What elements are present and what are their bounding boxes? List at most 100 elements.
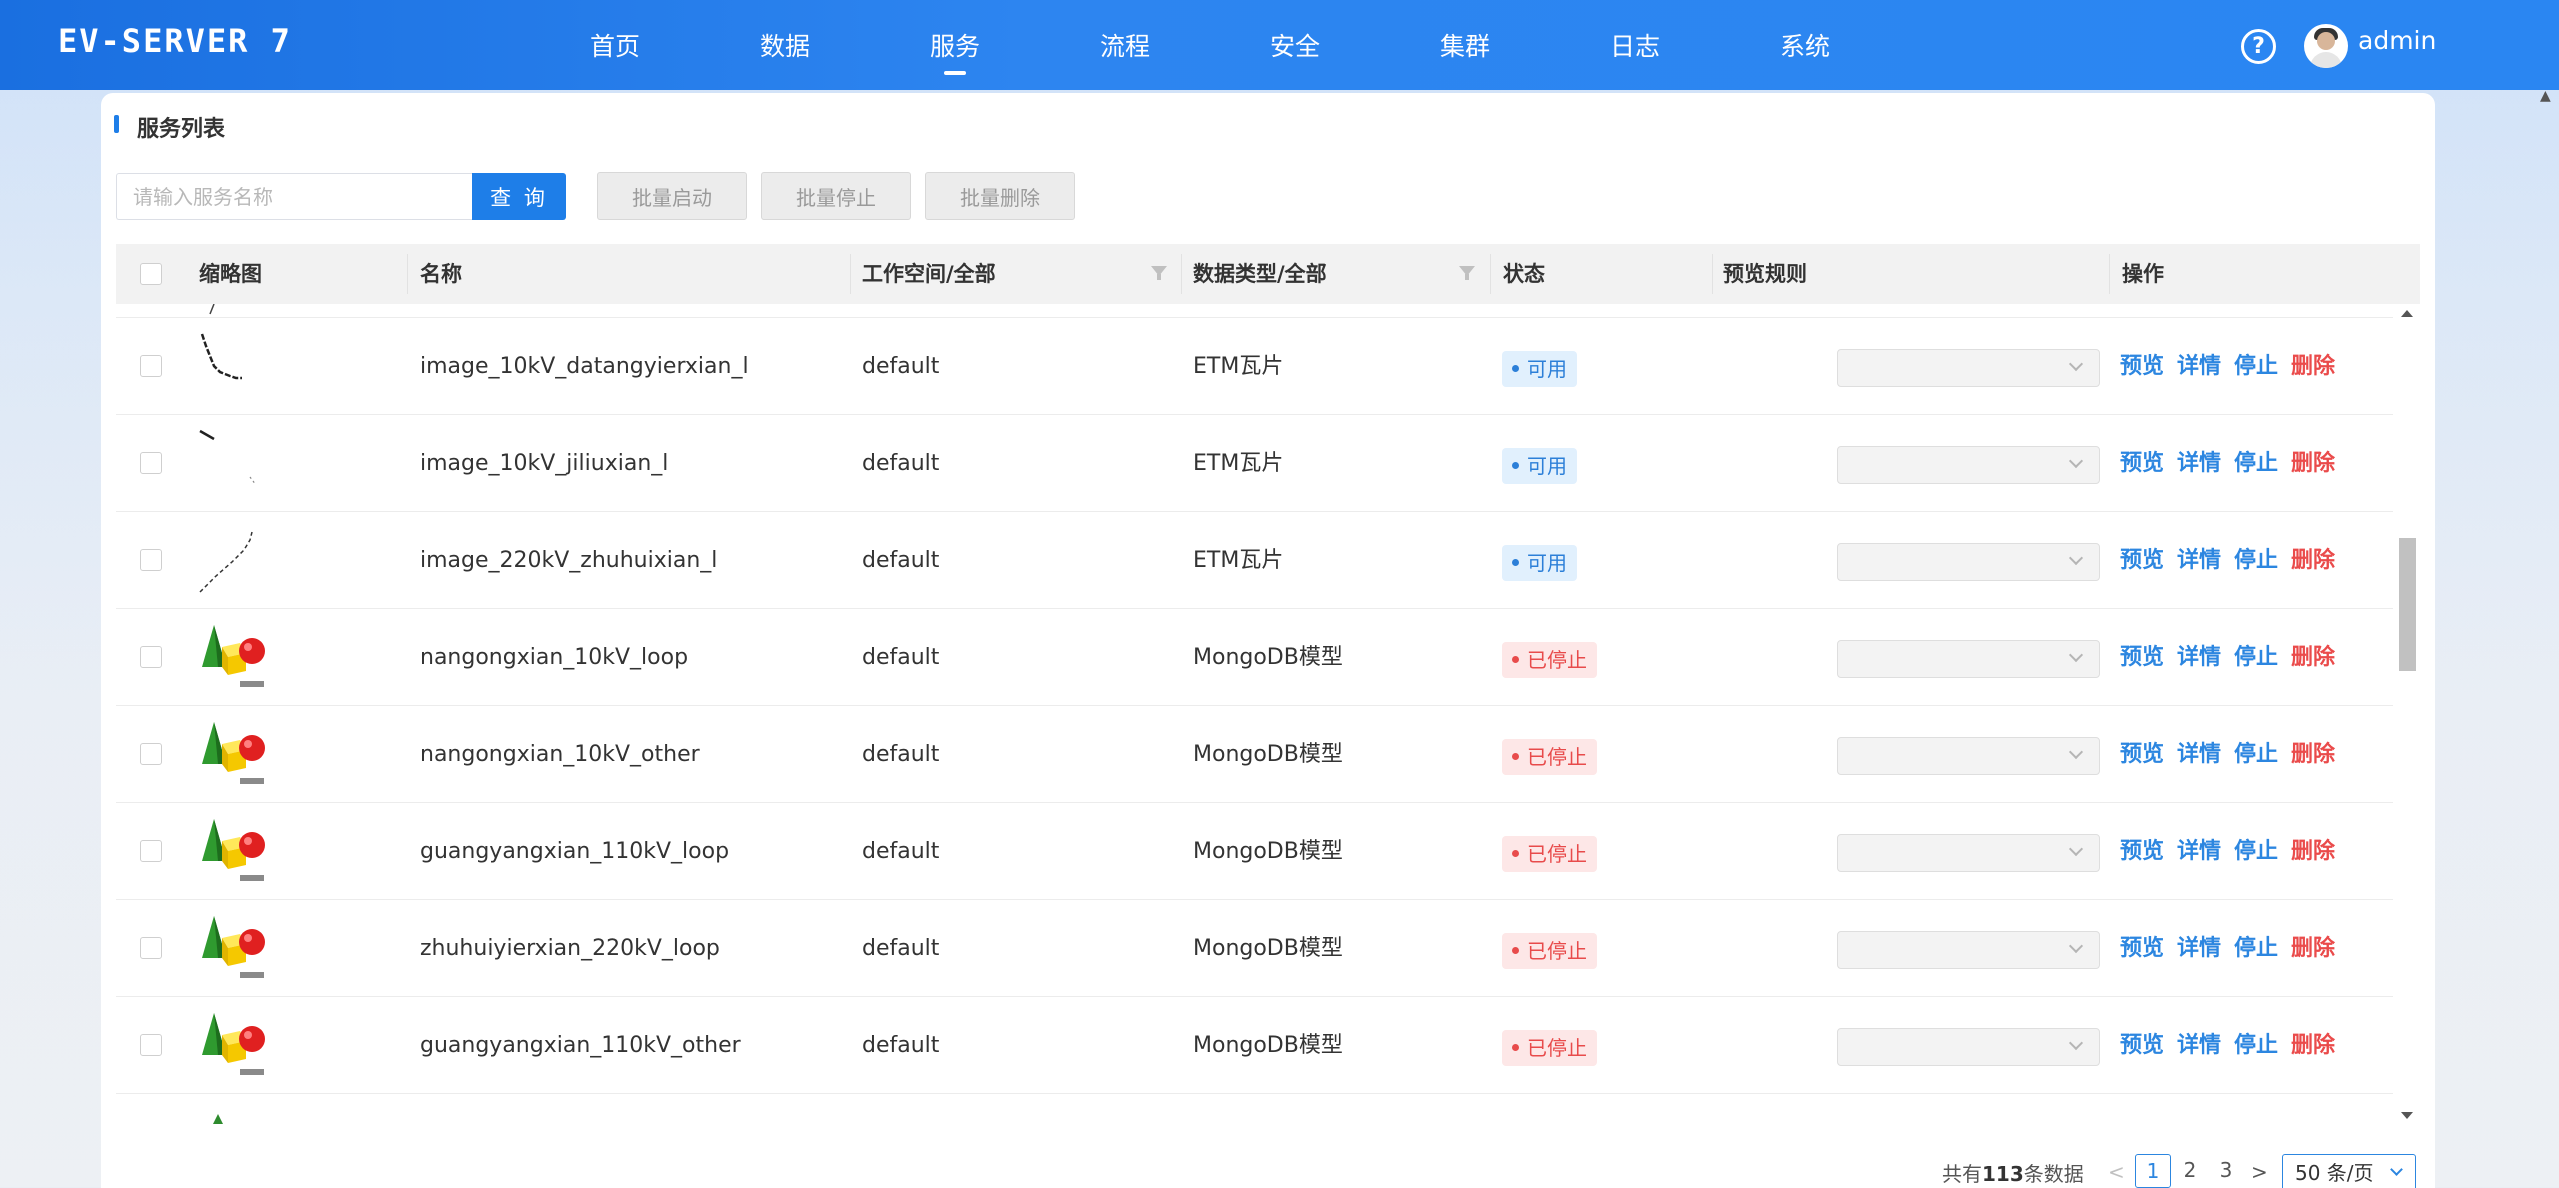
batch-delete-button[interactable]: 批量删除 xyxy=(925,172,1075,220)
preview-link[interactable]: 预览 xyxy=(2120,997,2164,1094)
delete-link[interactable]: 删除 xyxy=(2291,318,2335,415)
column-header-workspace[interactable]: 工作空间/全部 xyxy=(862,244,996,304)
preview-rule-select[interactable] xyxy=(1837,931,2100,969)
service-search-input[interactable] xyxy=(116,173,472,220)
nav-item-7[interactable]: 系统 xyxy=(1720,0,1890,90)
page-button-3[interactable]: 3 xyxy=(2208,1154,2244,1188)
total-number: 113 xyxy=(1982,1162,2024,1186)
status-text: 可用 xyxy=(1527,454,1567,478)
batch-stop-button[interactable]: 批量停止 xyxy=(761,172,911,220)
workspace-filter-icon[interactable] xyxy=(1151,266,1167,280)
select-all-checkbox[interactable] xyxy=(140,263,162,285)
preview-rule-select[interactable] xyxy=(1837,446,2100,484)
detail-link[interactable]: 详情 xyxy=(2177,706,2221,803)
delete-link[interactable]: 删除 xyxy=(2291,609,2335,706)
row-checkbox[interactable] xyxy=(140,743,162,765)
avatar[interactable] xyxy=(2304,24,2348,68)
nav-item-2[interactable]: 服务 xyxy=(870,0,1040,90)
stop-link[interactable]: 停止 xyxy=(2234,512,2278,609)
username[interactable]: admin xyxy=(2358,26,2436,55)
stop-link[interactable]: 停止 xyxy=(2234,318,2278,415)
chevron-down-icon xyxy=(2068,744,2084,760)
row-checkbox[interactable] xyxy=(140,1034,162,1056)
table-row[interactable]: image_10kV_jiliuxian_l default ETM瓦片 可用 预览 详情… xyxy=(116,415,2393,512)
page-button-2[interactable]: 2 xyxy=(2172,1154,2208,1188)
workspace-value: default xyxy=(862,936,940,961)
column-header-thumbnail: 缩略图 xyxy=(199,262,262,286)
preview-rule-select[interactable] xyxy=(1837,543,2100,581)
table-row[interactable]: image_10kV_datangyierxian_l default ETM瓦片 可… xyxy=(116,318,2393,415)
delete-link[interactable]: 删除 xyxy=(2291,997,2335,1094)
preview-link[interactable]: 预览 xyxy=(2120,900,2164,997)
nav-item-4[interactable]: 安全 xyxy=(1210,0,1380,90)
help-icon[interactable]: ? xyxy=(2241,29,2276,64)
nav-item-3[interactable]: 流程 xyxy=(1040,0,1210,90)
scroll-down-icon[interactable] xyxy=(2401,1112,2413,1119)
delete-link[interactable]: 删除 xyxy=(2291,706,2335,803)
row-checkbox[interactable] xyxy=(140,840,162,862)
table-row[interactable]: zhuhuiyierxian_220kV_loop default MongoDB模… xyxy=(116,900,2393,997)
preview-link[interactable]: 预览 xyxy=(2120,609,2164,706)
preview-link[interactable]: 预览 xyxy=(2120,415,2164,512)
search-button[interactable]: 查 询 xyxy=(472,173,566,220)
table-row[interactable]: image_220kV_zhuhuixian_l default ETM瓦片 可用 预览… xyxy=(116,512,2393,609)
scrollbar-thumb[interactable] xyxy=(2399,538,2416,671)
detail-link[interactable]: 详情 xyxy=(2177,997,2221,1094)
nav-item-5[interactable]: 集群 xyxy=(1380,0,1550,90)
partial-row-top xyxy=(116,304,2393,318)
row-checkbox[interactable] xyxy=(140,549,162,571)
column-divider xyxy=(407,254,408,294)
preview-rule-select[interactable] xyxy=(1837,737,2100,775)
page-size-select[interactable]: 50 条/页 xyxy=(2282,1154,2416,1188)
column-header-datatype[interactable]: 数据类型/全部 xyxy=(1193,244,1327,304)
table-scrollbar[interactable] xyxy=(2393,304,2420,1124)
datatype-filter-icon[interactable] xyxy=(1459,266,1475,280)
stop-link[interactable]: 停止 xyxy=(2234,997,2278,1094)
stop-link[interactable]: 停止 xyxy=(2234,706,2278,803)
detail-link[interactable]: 详情 xyxy=(2177,609,2221,706)
preview-link[interactable]: 预览 xyxy=(2120,512,2164,609)
row-checkbox[interactable] xyxy=(140,452,162,474)
nav-item-0[interactable]: 首页 xyxy=(530,0,700,90)
table-row[interactable]: nangongxian_10kV_loop default MongoDB模型 已停止… xyxy=(116,609,2393,706)
page-button-1[interactable]: 1 xyxy=(2135,1154,2171,1188)
preview-link[interactable]: 预览 xyxy=(2120,318,2164,415)
next-page-icon[interactable]: > xyxy=(2251,1160,2268,1184)
workspace-value: default xyxy=(862,839,940,864)
detail-link[interactable]: 详情 xyxy=(2177,900,2221,997)
status-dot xyxy=(1512,947,1519,954)
scroll-up-arrow-icon[interactable]: ▲ xyxy=(2540,88,2551,104)
prev-page-icon[interactable]: < xyxy=(2108,1160,2125,1184)
preview-rule-select[interactable] xyxy=(1837,349,2100,387)
stop-link[interactable]: 停止 xyxy=(2234,415,2278,512)
stop-link[interactable]: 停止 xyxy=(2234,803,2278,900)
nav-item-1[interactable]: 数据 xyxy=(700,0,870,90)
status-badge: 可用 xyxy=(1502,545,1577,581)
scroll-up-icon[interactable] xyxy=(2401,310,2413,317)
table-row[interactable]: guangyangxian_110kV_other default MongoDB模… xyxy=(116,997,2393,1094)
detail-link[interactable]: 详情 xyxy=(2177,318,2221,415)
delete-link[interactable]: 删除 xyxy=(2291,803,2335,900)
model-thumbnail-partial xyxy=(213,1114,223,1124)
stop-link[interactable]: 停止 xyxy=(2234,609,2278,706)
detail-link[interactable]: 详情 xyxy=(2177,415,2221,512)
row-checkbox[interactable] xyxy=(140,355,162,377)
table-row[interactable]: guangyangxian_110kV_loop default MongoDB模型… xyxy=(116,803,2393,900)
delete-link[interactable]: 删除 xyxy=(2291,900,2335,997)
detail-link[interactable]: 详情 xyxy=(2177,512,2221,609)
stop-link[interactable]: 停止 xyxy=(2234,900,2278,997)
preview-link[interactable]: 预览 xyxy=(2120,803,2164,900)
row-checkbox[interactable] xyxy=(140,937,162,959)
delete-link[interactable]: 删除 xyxy=(2291,415,2335,512)
page-scrollbar[interactable]: ▲ xyxy=(2534,80,2559,1188)
table-row[interactable]: nangongxian_10kV_other default MongoDB模型 已停… xyxy=(116,706,2393,803)
nav-item-6[interactable]: 日志 xyxy=(1550,0,1720,90)
delete-link[interactable]: 删除 xyxy=(2291,512,2335,609)
preview-link[interactable]: 预览 xyxy=(2120,706,2164,803)
row-checkbox[interactable] xyxy=(140,646,162,668)
preview-rule-select[interactable] xyxy=(1837,834,2100,872)
batch-start-button[interactable]: 批量启动 xyxy=(597,172,747,220)
preview-rule-select[interactable] xyxy=(1837,1028,2100,1066)
preview-rule-select[interactable] xyxy=(1837,640,2100,678)
detail-link[interactable]: 详情 xyxy=(2177,803,2221,900)
